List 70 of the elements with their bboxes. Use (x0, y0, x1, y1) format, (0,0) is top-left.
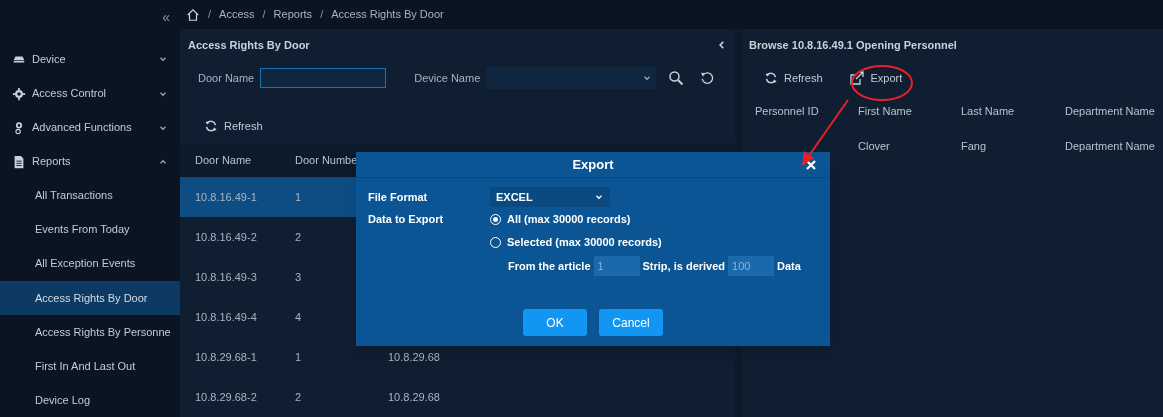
table-cell: 10.8.16.49-4 (195, 310, 257, 323)
annotation-circle (851, 65, 913, 101)
column-header: Door Name (195, 153, 252, 166)
document-icon (12, 154, 26, 169)
sidebar-item[interactable]: First In And Last Out (0, 348, 180, 383)
radio-option[interactable]: All (max 30000 records) (490, 211, 631, 228)
table-cell: 1 (295, 350, 302, 363)
home-icon (186, 7, 200, 22)
radio-option[interactable]: Selected (max 30000 records) (490, 234, 662, 251)
dialog-title: Export (572, 155, 614, 174)
table-cell: 10.8.29.68-2 (195, 390, 257, 403)
table-cell-text: Clover (858, 138, 891, 154)
reset-button[interactable] (700, 71, 715, 85)
range-label: Strip, is derived (642, 258, 726, 274)
sidebar-menu[interactable]: Access Control (0, 76, 180, 111)
table-cell: 10.8.29.68 (388, 350, 440, 363)
range-label: Data (777, 258, 801, 274)
export-icon (848, 70, 865, 86)
breadcrumb-link[interactable]: Access Rights By Door (331, 6, 444, 23)
refresh-icon (204, 119, 218, 133)
breadcrumb-link[interactable]: Reports (273, 6, 313, 23)
field-label: Device Name (414, 70, 481, 86)
table-cell: 10.8.16.49-2 (195, 230, 257, 243)
column-header: Door Numbe (295, 153, 358, 166)
table-cell: 2 (295, 230, 302, 243)
table-cell-text: Department Name (1065, 138, 1156, 154)
table-cell: 3 (295, 270, 302, 283)
table-cell-text: Fang (961, 138, 988, 154)
sidebar-menu[interactable]: Advanced Functions (0, 110, 180, 145)
table-cell: 10.8.29.68-1 (195, 350, 257, 363)
range-label: From the article (508, 258, 591, 274)
gear-icon (12, 86, 26, 101)
breadcrumb-separator: / (208, 7, 212, 23)
sidebar-menu[interactable]: Reports (0, 144, 180, 179)
table-cell: 2 (295, 390, 302, 403)
sidebar-menu[interactable]: Device (0, 42, 180, 77)
refresh-button[interactable]: Refresh (204, 117, 263, 135)
breadcrumb-separator: / (320, 7, 324, 23)
column-header: First Name (858, 103, 913, 119)
column-header: Last Name (961, 103, 1016, 119)
sidebar-item[interactable]: Device Log (0, 382, 180, 417)
sidebar-item[interactable]: Events From Today (0, 212, 180, 247)
table-cell: 4 (295, 310, 302, 323)
panel-title: Browse 10.8.16.49.1 Opening Personnel (749, 37, 957, 53)
table-cell: 10.8.29.68 (388, 390, 440, 403)
annotation-arrow (802, 99, 849, 166)
collapse-button[interactable]: « (162, 10, 170, 25)
breadcrumb-link[interactable]: Access (219, 6, 255, 23)
search-button[interactable] (668, 70, 685, 86)
field-label: Data to Export (368, 212, 445, 228)
field-label: Door Name (198, 70, 255, 86)
sidebar-item[interactable]: Access Rights By Door (0, 280, 180, 315)
sidebar-item[interactable]: All Exception Events (0, 246, 180, 281)
export-button[interactable]: Export (848, 69, 903, 87)
refresh-icon (764, 71, 778, 85)
field-label: File Format (368, 189, 429, 205)
panel-title: Access Rights By Door (188, 37, 310, 53)
file-format-dropdown[interactable]: EXCEL (490, 187, 610, 207)
refresh-button[interactable]: Refresh (764, 69, 823, 87)
collapse-panel-button[interactable] (717, 40, 727, 50)
table-cell: 10.8.16.49-3 (195, 270, 257, 283)
sidebar-item[interactable]: All Transactions (0, 178, 180, 213)
sidebar-item[interactable]: Access Rights By Personne (0, 314, 180, 349)
table-cell: 10.8.16.49-1 (195, 190, 257, 203)
column-header: Personnel ID (755, 103, 820, 119)
breadcrumb-separator: / (262, 7, 266, 23)
column-header: Department Name (1065, 103, 1156, 119)
close-button[interactable] (806, 160, 816, 170)
table-cell: 1 (295, 190, 302, 203)
door-name-field[interactable] (260, 68, 387, 88)
